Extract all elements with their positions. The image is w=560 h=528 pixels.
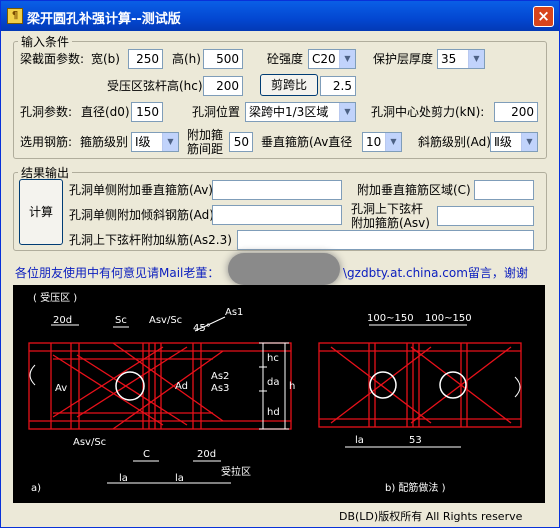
label-c: C bbox=[143, 449, 150, 460]
hole-position-value: 梁跨中1/3区域 bbox=[249, 105, 329, 119]
label-la-1: la bbox=[119, 473, 128, 484]
label-as1: As1 bbox=[225, 307, 243, 318]
label-20d-1: 20d bbox=[53, 315, 72, 326]
hole-position-label: 孔洞位置 bbox=[192, 105, 241, 119]
cover-select[interactable]: 35 ▼ bbox=[437, 49, 485, 69]
cover-label: 保护层厚度 bbox=[373, 52, 434, 66]
copyright-text: DB(LD)版权所有 All Rights reserve bbox=[339, 510, 523, 523]
redacted-email-blur bbox=[228, 253, 340, 285]
label-la-3: la bbox=[355, 435, 364, 446]
contact-text: 各位朋友使用中有何意见请Mail老董： bbox=[15, 266, 220, 280]
concrete-grade-select[interactable]: C20 ▼ bbox=[308, 49, 356, 69]
calculate-button[interactable]: 计算 bbox=[19, 179, 63, 245]
ad-grade-select[interactable]: Ⅱ级 ▼ bbox=[490, 132, 538, 152]
result-c-label: 附加垂直箍筋区域(C) bbox=[357, 183, 471, 197]
label-20d-2: 20d bbox=[197, 449, 216, 460]
main-window: ¶ 梁开圆孔补强计算--测试版 × 输入条件 梁截面参数: 宽(b) 250 高… bbox=[0, 0, 560, 528]
av-diameter-select[interactable]: 10 ▼ bbox=[362, 132, 402, 152]
width-input[interactable]: 250 bbox=[128, 49, 163, 69]
label-as2: As2 bbox=[211, 371, 229, 382]
title-bar[interactable]: ¶ 梁开圆孔补强计算--测试版 × bbox=[1, 1, 559, 31]
shear-span-input[interactable]: 2.5 bbox=[320, 76, 356, 96]
result-ad-field[interactable] bbox=[212, 205, 342, 225]
result-asv-label-line1: 孔洞上下弦杆 bbox=[351, 202, 424, 216]
label-part-b: b) 配筋做法 ) bbox=[385, 481, 446, 494]
label-45: 45° bbox=[193, 323, 211, 334]
chevron-down-icon[interactable]: ▼ bbox=[385, 133, 401, 151]
hc-label: 受压区弦杆高(hc) bbox=[107, 79, 203, 93]
chevron-down-icon[interactable]: ▼ bbox=[521, 133, 537, 151]
hole-position-select[interactable]: 梁跨中1/3区域 ▼ bbox=[245, 102, 356, 122]
label-asv-sc: Asv/Sc bbox=[149, 315, 182, 326]
result-av-label: 孔洞单侧附加垂直箍筋(Av) bbox=[69, 183, 213, 197]
label-zone-b: 受拉区 bbox=[221, 465, 251, 478]
result-asv-label-line2: 附加箍筋(Asv) bbox=[351, 216, 430, 230]
chevron-down-icon[interactable]: ▼ bbox=[468, 50, 484, 68]
beam-a-hole bbox=[115, 371, 145, 401]
beam-a-outline bbox=[28, 342, 292, 430]
label-la-2: la bbox=[175, 473, 184, 484]
result-c-field[interactable] bbox=[474, 180, 534, 200]
width-label: 宽(b) bbox=[91, 52, 120, 66]
chevron-down-icon[interactable]: ▼ bbox=[339, 103, 355, 121]
extra-spacing-label-line1: 附加箍 bbox=[187, 128, 224, 142]
result-as23-field[interactable] bbox=[237, 230, 534, 250]
input-conditions-legend: 输入条件 bbox=[21, 35, 70, 49]
shear-force-label: 孔洞中心处剪力(kN): bbox=[371, 105, 485, 119]
label-av: Av bbox=[55, 383, 67, 394]
result-asv-field[interactable] bbox=[437, 206, 534, 226]
stirrup-grade-label: 箍筋级别 bbox=[80, 135, 129, 149]
label-100-150-1: 100~150 bbox=[367, 313, 414, 324]
reinforcement-diagram: ( 受压区 ) 20d Sc Asv/Sc As1 45° Av Ad As2 … bbox=[13, 285, 545, 503]
result-as23-label: 孔洞上下弦杆附加纵筋(As2.3) bbox=[69, 233, 232, 247]
ad-grade-value: Ⅱ级 bbox=[494, 135, 512, 149]
label-100-150-2: 100~150 bbox=[425, 313, 472, 324]
hole-params-label: 孔洞参数: bbox=[20, 105, 73, 119]
av-diameter-value: 10 bbox=[366, 135, 382, 149]
concrete-grade-value: C20 bbox=[312, 52, 336, 66]
section-params-label: 梁截面参数: bbox=[20, 52, 85, 66]
result-ad-label: 孔洞单侧附加倾斜钢筋(Ad) bbox=[69, 208, 214, 222]
beam-b-hole-2 bbox=[439, 371, 467, 399]
height-label: 高(h) bbox=[172, 52, 201, 66]
d0-input[interactable]: 150 bbox=[131, 102, 163, 122]
result-av-field[interactable] bbox=[212, 180, 342, 200]
height-input[interactable]: 500 bbox=[203, 49, 243, 69]
label-zone-a: ( 受压区 ) bbox=[33, 292, 77, 304]
app-icon[interactable]: ¶ bbox=[7, 8, 23, 24]
label-hd: hd bbox=[267, 407, 280, 418]
shear-force-input[interactable]: 200 bbox=[494, 102, 538, 122]
label-hc: hc bbox=[267, 353, 279, 364]
av-diameter-label: 垂直箍筋(Av直径 bbox=[261, 135, 353, 149]
stirrup-grade-select[interactable]: Ⅰ级 ▼ bbox=[131, 132, 179, 152]
label-asv-sc-2: Asv/Sc bbox=[73, 437, 106, 448]
beam-b-diagonal-bars bbox=[330, 346, 512, 424]
extra-spacing-label-line2: 筋间距 bbox=[187, 142, 224, 156]
label-da: da bbox=[267, 377, 279, 388]
beam-b-hole-1 bbox=[369, 371, 397, 399]
shear-span-button[interactable]: 剪跨比 bbox=[260, 74, 318, 96]
ad-grade-label: 斜筋级别(Ad) bbox=[418, 135, 491, 149]
extra-spacing-input[interactable]: 50 bbox=[229, 132, 253, 152]
label-53: 53 bbox=[409, 435, 422, 446]
beam-b-stirrups bbox=[368, 343, 468, 427]
chevron-down-icon[interactable]: ▼ bbox=[339, 50, 355, 68]
contact-url-text[interactable]: \gzdbty.at.china.com留言，谢谢 bbox=[343, 264, 528, 281]
rebar-select-label: 选用钢筋: bbox=[20, 135, 73, 149]
cover-value: 35 bbox=[441, 52, 457, 66]
label-sc: Sc bbox=[115, 315, 127, 326]
chevron-down-icon[interactable]: ▼ bbox=[162, 133, 178, 151]
label-h: h bbox=[289, 381, 295, 392]
concrete-grade-label: 砼强度 bbox=[267, 52, 304, 66]
hc-input[interactable]: 200 bbox=[203, 76, 243, 96]
label-part-a: a) bbox=[31, 483, 41, 494]
label-ad: Ad bbox=[175, 381, 188, 392]
window-title: 梁开圆孔补强计算--测试版 bbox=[27, 12, 181, 27]
stirrup-grade-value: Ⅰ级 bbox=[135, 135, 151, 149]
close-button[interactable]: × bbox=[533, 6, 554, 27]
label-as3: As3 bbox=[211, 383, 229, 394]
diagram-svg: ( 受压区 ) 20d Sc Asv/Sc As1 45° Av Ad As2 … bbox=[28, 292, 522, 494]
d0-label: 直径(d0) bbox=[81, 105, 130, 119]
